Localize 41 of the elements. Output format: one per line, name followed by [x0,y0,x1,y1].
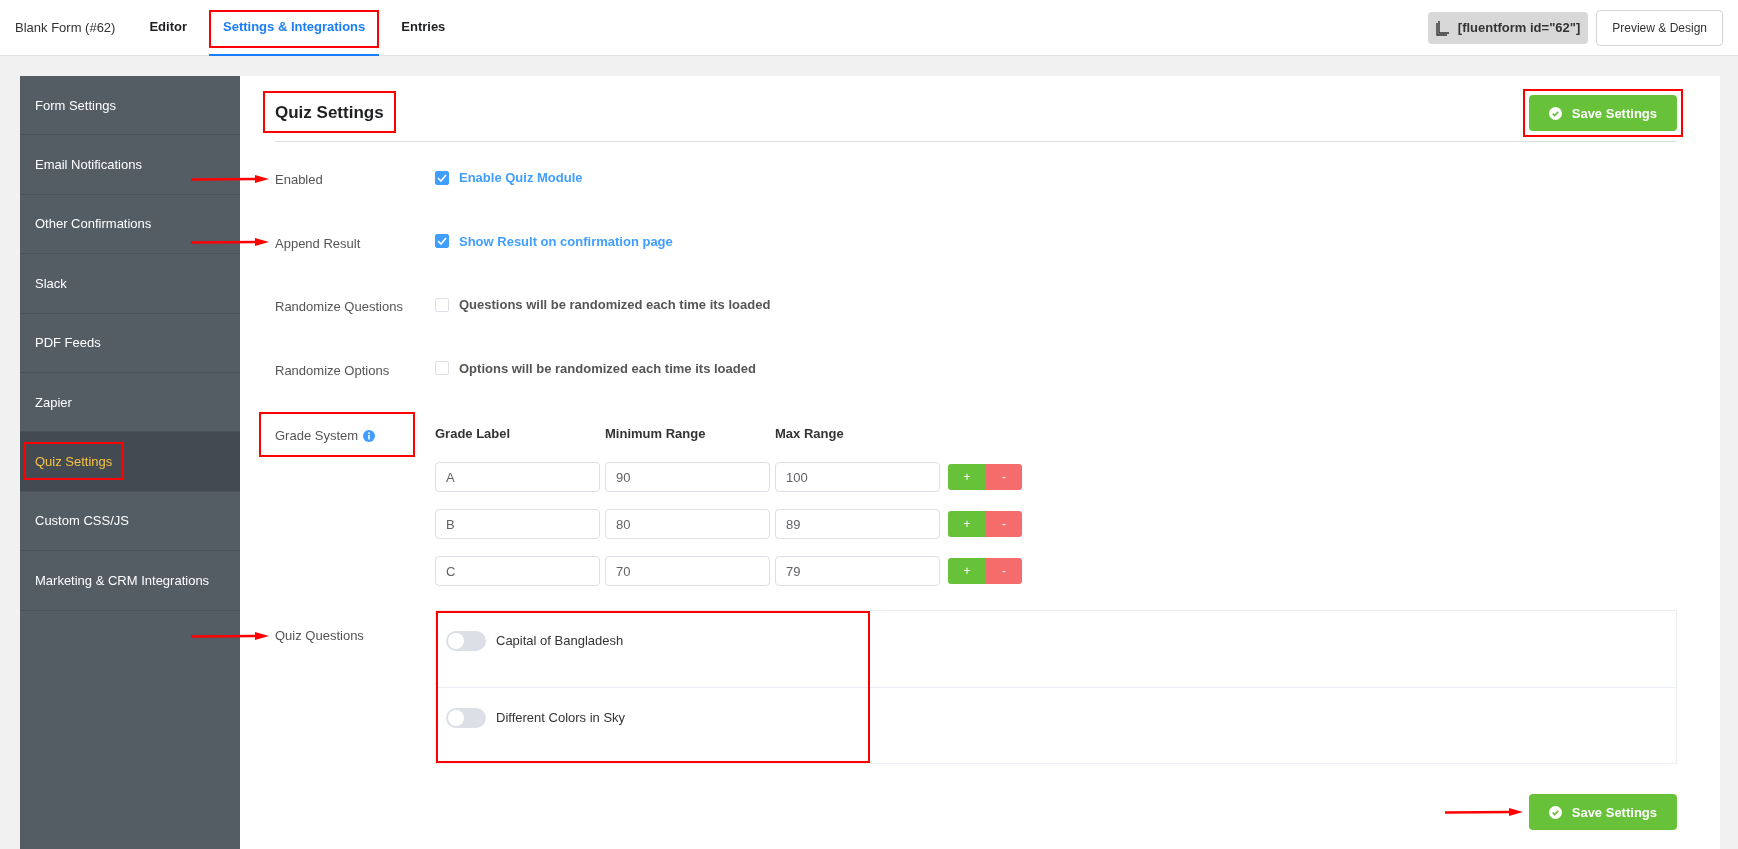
max-range-field[interactable]: 100 [775,462,940,492]
shortcode-text: [fluentform id="62"] [1457,20,1581,35]
max-range-field[interactable]: 79 [775,556,940,586]
sidebar-item[interactable]: Quiz Settings [20,432,240,492]
checkbox-label: Options will be randomized each time its loaded [459,360,756,376]
setting-label: Grade System [275,428,359,443]
grade-label-field[interactable]: A [435,462,600,492]
copy-icon [1435,19,1450,36]
question-title: Capital of Bangladesh [496,632,624,648]
nav-tab[interactable]: Settings & Integrations [209,0,380,56]
nav-tab[interactable]: Editor [135,0,201,56]
check-circle-icon [1548,106,1562,120]
checkbox-label: Questions will be randomized each time its loaded [459,297,771,312]
setting-label: Quiz Questions [275,628,364,643]
setting-label: Randomize Questions [275,298,404,314]
toggle-switch[interactable] [446,708,486,728]
panel-title: Quiz Settings [275,95,384,131]
setting-label: Append Result [275,233,435,251]
checkbox-label: Enable Quiz Module [459,170,583,185]
shortcode-chip[interactable]: [fluentform id="62"] [1427,11,1589,44]
column-header: Minimum Range [605,426,707,443]
minimum-range-field[interactable]: 90 [605,462,770,492]
grade-label-field[interactable]: C [435,556,600,586]
setting-label: Enabled [275,170,435,187]
preview-design-button[interactable]: Preview & Design [1596,9,1723,46]
toggle-switch[interactable] [446,631,486,651]
check-circle-icon [1548,805,1562,819]
minimum-range-field[interactable]: 80 [605,509,770,539]
grade-label-field[interactable]: B [435,509,600,539]
column-header: Max Range [775,426,845,443]
checkbox-label: Show Result on confirmation page [459,233,673,249]
form-title: Blank Form (#62) [15,20,116,35]
column-header: Grade Label [435,426,512,443]
checkbox[interactable] [435,234,449,248]
minimum-range-field[interactable]: 70 [605,556,770,586]
max-range-field[interactable]: 89 [775,509,940,539]
checkbox[interactable] [435,170,449,185]
info-icon [363,429,376,442]
question-title: Different Colors in Sky [496,709,626,725]
nav-tab[interactable]: Entries [387,0,460,56]
setting-label: Randomize Options [275,361,391,378]
